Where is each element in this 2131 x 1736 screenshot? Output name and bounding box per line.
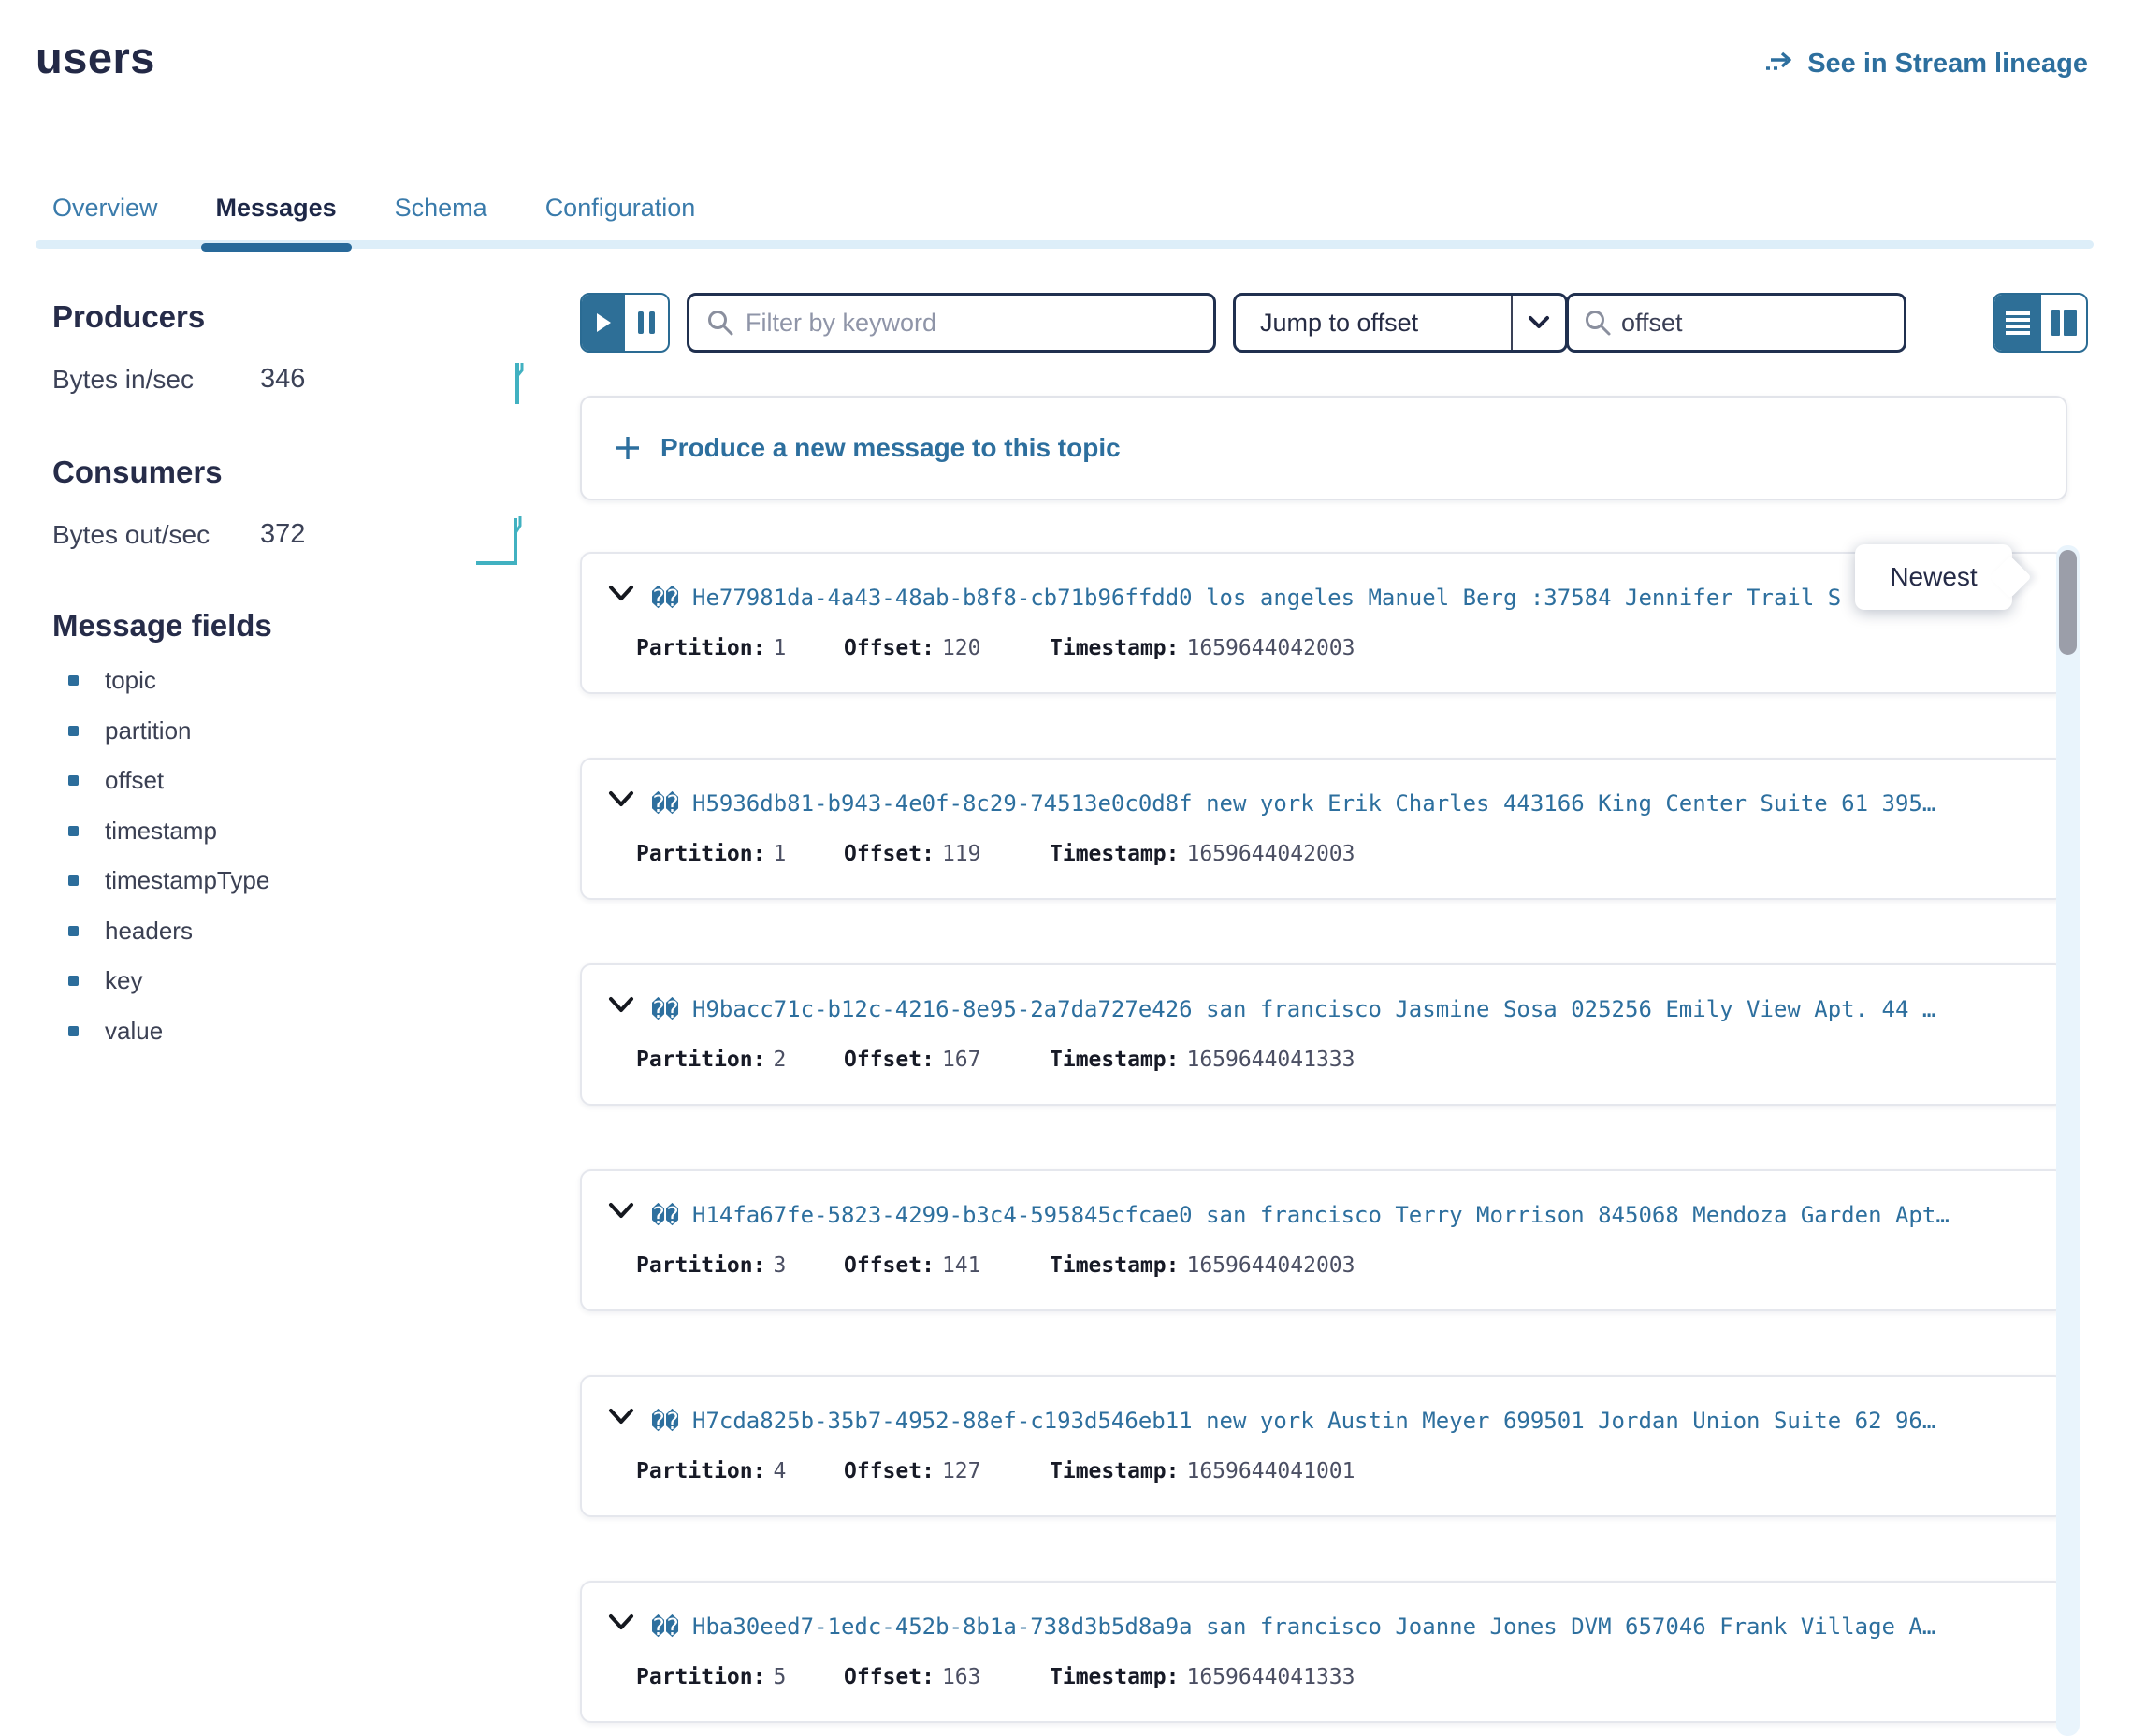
plus-icon: [614, 434, 642, 462]
expand-chevron-icon[interactable]: [606, 582, 636, 606]
bytes-out-sparkline: [472, 505, 529, 569]
search-icon: [706, 309, 734, 337]
tab-configuration[interactable]: Configuration: [545, 192, 696, 241]
message-title[interactable]: H5936db81-b943-4e0f-8c29-74513e0c0d8f ne…: [692, 790, 2032, 817]
message-row: �� H9bacc71c-b12c-4216-8e95-2a7da727e426…: [580, 963, 2066, 1106]
filter-keyword-input[interactable]: [746, 309, 1213, 338]
bullet-icon: [68, 976, 79, 986]
tofu-glyphs: ��: [651, 996, 679, 1023]
tofu-glyphs: ��: [651, 790, 679, 817]
search-icon: [1584, 309, 1612, 337]
bytes-in-sparkline: [486, 355, 533, 410]
bullet-icon: [68, 826, 79, 836]
expand-chevron-icon[interactable]: [606, 1611, 636, 1635]
scrollbar-track[interactable]: [2056, 545, 2080, 1736]
timestamp-value: 1659644042003: [1179, 636, 1355, 660]
partition-value: 1: [765, 636, 786, 660]
newest-tooltip-label: Newest: [1890, 562, 1977, 592]
timestamp-label: Timestamp:: [1050, 636, 1179, 660]
play-button[interactable]: [582, 295, 625, 351]
tab-schema[interactable]: Schema: [395, 192, 487, 241]
live-consume-toggle: [580, 293, 670, 353]
tab-messages[interactable]: Messages: [216, 192, 337, 241]
message-meta: Partition:5 Offset:163 Timestamp:1659644…: [636, 1665, 1355, 1689]
message-row: �� H7cda825b-35b7-4952-88ef-c193d546eb11…: [580, 1375, 2066, 1517]
view-mode-toggle: [1993, 293, 2088, 353]
partition-label: Partition:: [636, 636, 765, 660]
bytes-in-value: 346: [260, 364, 305, 395]
message-fields-heading: Message fields: [52, 608, 272, 644]
message-row: �� Hba30eed7-1edc-452b-8b1a-738d3b5d8a9a…: [580, 1581, 2066, 1723]
offset-search-wrapper: [1566, 293, 1906, 353]
field-item-partition[interactable]: partition: [68, 706, 269, 757]
bytes-out-label: Bytes out/sec: [52, 520, 210, 550]
list-view-icon: [2005, 310, 2031, 336]
field-item-timestampType[interactable]: timestampType: [68, 856, 269, 906]
message-title[interactable]: H14fa67fe-5823-4299-b3c4-595845cfcae0 sa…: [692, 1202, 2032, 1228]
message-title[interactable]: H7cda825b-35b7-4952-88ef-c193d546eb11 ne…: [692, 1408, 2032, 1434]
tofu-glyphs: ��: [651, 1408, 679, 1435]
message-title[interactable]: H9bacc71c-b12c-4216-8e95-2a7da727e426 sa…: [692, 996, 2032, 1022]
message-meta: Partition:4 Offset:127 Timestamp:1659644…: [636, 1459, 1355, 1483]
scrollbar-thumb[interactable]: [2059, 550, 2077, 655]
bullet-icon: [68, 875, 79, 886]
message-fields-list: topic partition offset timestamp timesta…: [68, 656, 269, 1056]
expand-chevron-icon[interactable]: [606, 1405, 636, 1429]
stream-lineage-link[interactable]: See in Stream lineage: [1764, 49, 2088, 80]
message-meta: Partition:1 Offset:119 Timestamp:1659644…: [636, 842, 1355, 866]
message-meta: Partition:2 Offset:167 Timestamp:1659644…: [636, 1048, 1355, 1072]
field-item-offset[interactable]: offset: [68, 756, 269, 806]
pause-icon: [638, 311, 644, 334]
page-title: users: [36, 32, 155, 83]
offset-label: Offset:: [844, 636, 935, 660]
field-item-value[interactable]: value: [68, 1006, 269, 1057]
produce-message-button[interactable]: Produce a new message to this topic: [580, 396, 2067, 500]
produce-message-label: Produce a new message to this topic: [660, 433, 1121, 463]
bullet-icon: [68, 775, 79, 786]
message-row: �� H5936db81-b943-4e0f-8c29-74513e0c0d8f…: [580, 758, 2066, 900]
message-title[interactable]: He77981da-4a43-48ab-b8f8-cb71b96ffdd0 lo…: [692, 585, 2032, 611]
split-view-button[interactable]: [2041, 295, 2086, 351]
tab-overview[interactable]: Overview: [52, 192, 158, 241]
field-item-headers[interactable]: headers: [68, 906, 269, 957]
message-title[interactable]: Hba30eed7-1edc-452b-8b1a-738d3b5d8a9a sa…: [692, 1613, 2032, 1640]
expand-chevron-icon[interactable]: [606, 1199, 636, 1223]
tofu-glyphs: ��: [651, 585, 679, 612]
tofu-glyphs: ��: [651, 1613, 679, 1641]
field-item-key[interactable]: key: [68, 956, 269, 1006]
bytes-in-label: Bytes in/sec: [52, 365, 194, 395]
chevron-down-icon: [1511, 296, 1565, 350]
message-meta: Partition:3 Offset:141 Timestamp:1659644…: [636, 1253, 1355, 1278]
jump-select-value: Jump to offset: [1236, 309, 1511, 338]
expand-chevron-icon[interactable]: [606, 788, 636, 812]
list-view-button[interactable]: [1994, 295, 2041, 351]
jump-to-offset-select[interactable]: Jump to offset: [1233, 293, 1568, 353]
tab-bar: Overview Messages Schema Configuration: [36, 192, 2094, 250]
message-meta: Partition:1 Offset:120 Timestamp:1659644…: [636, 636, 1355, 660]
play-icon: [594, 311, 613, 334]
lineage-arrows-icon: [1764, 51, 1796, 79]
tofu-glyphs: ��: [651, 1202, 679, 1229]
pause-button[interactable]: [625, 295, 668, 351]
message-row: �� H14fa67fe-5823-4299-b3c4-595845cfcae0…: [580, 1169, 2066, 1311]
field-item-timestamp[interactable]: timestamp: [68, 806, 269, 857]
message-row: �� He77981da-4a43-48ab-b8f8-cb71b96ffdd0…: [580, 552, 2066, 694]
bullet-icon: [68, 1026, 79, 1036]
bullet-icon: [68, 726, 79, 736]
bullet-icon: [68, 926, 79, 936]
producers-heading: Producers: [52, 299, 205, 335]
split-view-icon: [2051, 310, 2060, 336]
offset-value: 120: [935, 636, 981, 660]
newest-tooltip: Newest: [1855, 544, 2012, 610]
consumers-heading: Consumers: [52, 455, 223, 490]
filter-input-wrapper: [687, 293, 1216, 353]
expand-chevron-icon[interactable]: [606, 993, 636, 1018]
offset-search-input[interactable]: [1621, 309, 1952, 338]
lineage-link-label: See in Stream lineage: [1807, 49, 2088, 80]
field-item-topic[interactable]: topic: [68, 656, 269, 706]
bullet-icon: [68, 675, 79, 686]
bytes-out-value: 372: [260, 519, 305, 550]
